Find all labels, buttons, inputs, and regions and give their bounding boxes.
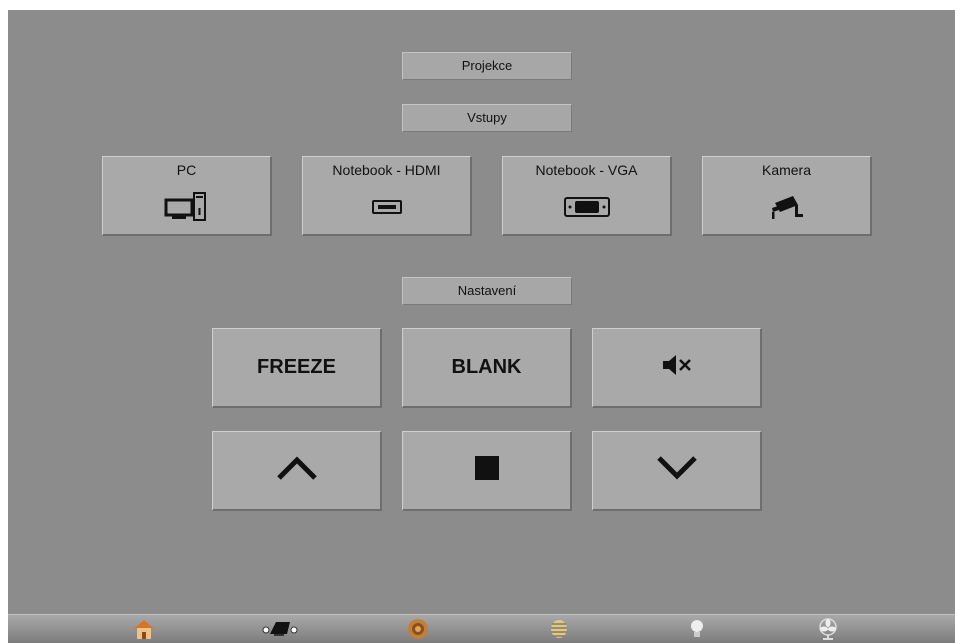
light-bulb-icon[interactable]	[685, 617, 709, 641]
section-title-vstupy: Vstupy	[402, 104, 572, 132]
desktop-computer-icon	[103, 189, 270, 225]
vga-port-icon	[503, 189, 670, 225]
input-pc-button[interactable]: PC	[102, 156, 272, 236]
freeze-button[interactable]: FREEZE	[212, 328, 382, 408]
blank-button[interactable]: BLANK	[402, 328, 572, 408]
input-vga-label: Notebook - VGA	[535, 162, 638, 178]
security-camera-icon	[703, 189, 870, 225]
input-hdmi-label: Notebook - HDMI	[332, 162, 441, 178]
speaker-icon[interactable]	[406, 617, 430, 641]
section-title-nastaveni: Nastavení	[402, 277, 572, 305]
blinds-icon[interactable]	[547, 617, 571, 641]
chevron-up-icon	[275, 455, 319, 487]
input-camera-label: Kamera	[761, 162, 812, 178]
section-title-projekce: Projekce	[402, 52, 572, 80]
chevron-down-icon	[655, 455, 699, 487]
input-pc-label: PC	[176, 162, 197, 178]
screen-down-button[interactable]	[592, 431, 762, 511]
input-hdmi-button[interactable]: Notebook - HDMI	[302, 156, 472, 236]
home-icon[interactable]	[132, 617, 156, 641]
control-panel: Projekce Vstupy PC Notebook - HDMI Noteb…	[8, 10, 955, 614]
screen-up-button[interactable]	[212, 431, 382, 511]
projector-icon[interactable]	[260, 617, 300, 641]
bottom-navigation-bar	[8, 614, 955, 643]
screen-stop-button[interactable]	[402, 431, 572, 511]
input-vga-button[interactable]: Notebook - VGA	[502, 156, 672, 236]
mute-button[interactable]	[592, 328, 762, 408]
mute-icon	[662, 354, 692, 382]
input-camera-button[interactable]: Kamera	[702, 156, 872, 236]
fan-icon[interactable]	[816, 617, 840, 641]
stop-icon	[474, 455, 500, 487]
hdmi-port-icon	[303, 189, 470, 225]
